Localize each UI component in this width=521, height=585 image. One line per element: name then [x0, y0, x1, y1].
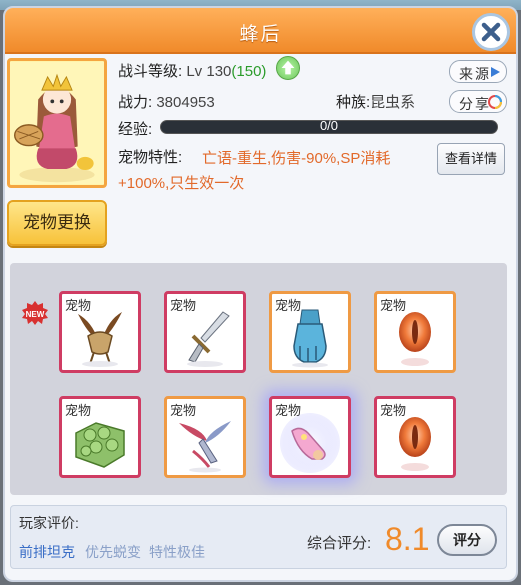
- sword-icon: [187, 311, 230, 367]
- race-value: 昆虫系: [370, 94, 416, 111]
- equip-slot-4[interactable]: 宠物: [374, 291, 456, 373]
- player-review-label: 玩家评价:: [19, 515, 79, 531]
- equip-slot-8[interactable]: 宠物: [374, 396, 456, 478]
- share-circle-icon: [488, 95, 502, 109]
- upgrade-arrow-icon[interactable]: [276, 56, 300, 80]
- race-label: 种族:: [336, 94, 371, 111]
- review-tag: 优先蜕变: [85, 544, 141, 560]
- power-value: 3804953: [156, 94, 215, 111]
- level-label: 战斗等级:: [118, 63, 183, 80]
- share-label: 分享: [459, 96, 491, 112]
- score-value: 8.1: [385, 521, 430, 557]
- review-tag: 特性极佳: [149, 544, 205, 560]
- red-orb-icon: [399, 312, 431, 366]
- review-tag: 前排坦克: [19, 544, 75, 560]
- equip-slot-3[interactable]: 宠物: [269, 291, 351, 373]
- exp-text: 0/0: [319, 118, 339, 133]
- source-button[interactable]: 来源: [449, 60, 507, 83]
- title-bar: 蜂后: [5, 8, 516, 54]
- race-row: 种族:昆虫系: [336, 91, 415, 112]
- equip-slot-6[interactable]: 宠物: [164, 396, 246, 478]
- equip-slot-5[interactable]: 宠物: [59, 396, 141, 478]
- level-row: 战斗等级: Lv 130(150): [118, 60, 266, 81]
- source-label: 来源: [459, 66, 491, 82]
- equip-slot-2[interactable]: 宠物: [164, 291, 246, 373]
- close-button[interactable]: [472, 13, 510, 51]
- share-button[interactable]: 分享: [449, 90, 507, 113]
- power-row: 战力: 3804953: [118, 91, 215, 112]
- new-badge-text: NEW: [26, 310, 45, 319]
- level-bonus: (150): [231, 63, 267, 80]
- review-footer: 玩家评价: 前排坦克 优先蜕变 特性极佳 综合评分: 8.1 评分: [10, 505, 507, 569]
- view-details-button[interactable]: 查看详情: [437, 143, 505, 175]
- trait-label: 宠物特性:: [118, 149, 183, 166]
- pink-boot-icon: [280, 413, 340, 473]
- equip-slot-1[interactable]: 宠物: [59, 291, 141, 373]
- exp-label: 经验:: [118, 121, 153, 138]
- horned-helmet-icon: [78, 312, 122, 367]
- score-label: 综合评分:: [307, 535, 372, 552]
- pet-portrait: [7, 58, 107, 188]
- play-arrow-icon: [491, 67, 500, 77]
- window-title: 蜂后: [239, 24, 282, 45]
- level-value: Lv 130: [186, 63, 232, 80]
- gauntlet-icon: [292, 309, 328, 368]
- wing-blade-icon: [179, 421, 231, 473]
- bee-queen-portrait-icon: [10, 61, 104, 185]
- red-orb-icon: [399, 417, 431, 471]
- shell-armor-icon: [75, 422, 125, 468]
- equip-slot-7[interactable]: 宠物: [269, 396, 351, 478]
- rate-button[interactable]: 评分: [437, 524, 497, 556]
- power-label: 战力:: [118, 94, 153, 111]
- new-badge: NEW: [22, 301, 48, 325]
- close-icon: [481, 22, 501, 42]
- swap-pet-button[interactable]: 宠物更换: [7, 200, 107, 246]
